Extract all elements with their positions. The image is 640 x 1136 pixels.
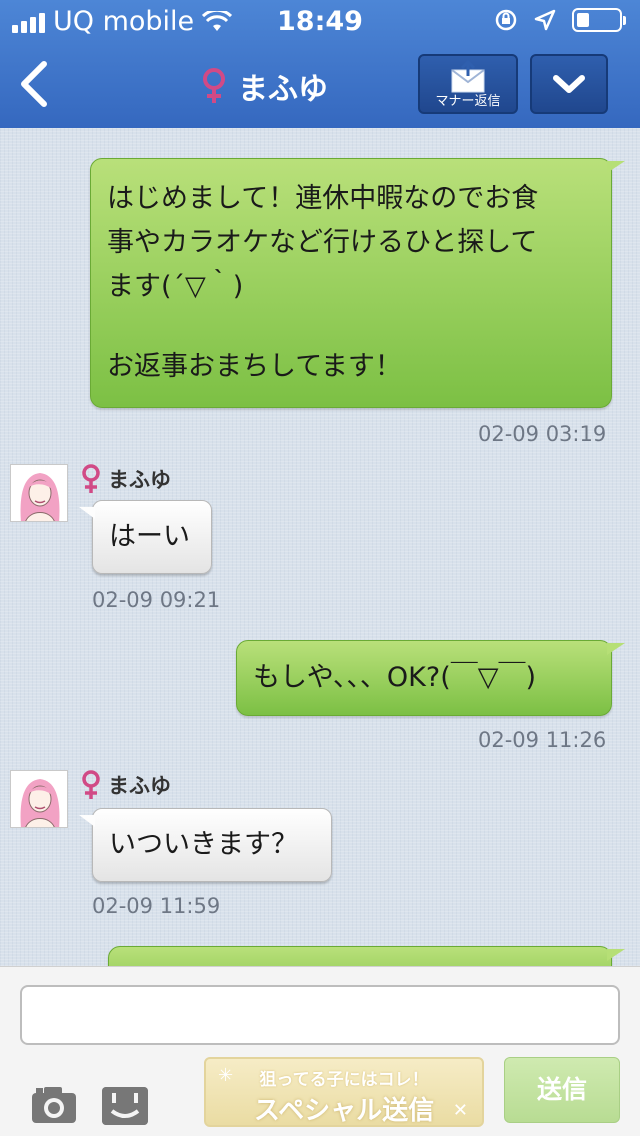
camera-icon[interactable] <box>30 1085 78 1125</box>
avatar[interactable] <box>10 770 68 828</box>
chat-title: まふゆ <box>200 64 328 108</box>
message-composer: ✳ ✕ 狙ってる子にはコレ！ スペシャル送信 送信 <box>0 966 640 1136</box>
avatar-illustration <box>11 771 67 827</box>
incoming-message-bubble[interactable]: はーい <box>79 500 212 574</box>
female-symbol-icon <box>203 68 225 103</box>
message-line: もしや、、、OK?(￣▽￣) <box>253 662 537 693</box>
message-timestamp: 02-09 11:59 <box>92 894 221 918</box>
sender-name: まふゆ <box>108 468 171 492</box>
battery-icon <box>572 8 626 32</box>
special-send-button[interactable]: ✳ ✕ 狙ってる子にはコレ！ スペシャル送信 <box>204 1057 484 1127</box>
outgoing-message-bubble-partial[interactable] <box>108 946 625 966</box>
status-bar: UQ mobile 18:49 <box>0 0 640 40</box>
message-line: お返事おまちしてます！ <box>107 351 402 382</box>
sender-label: まふゆ <box>80 770 171 800</box>
message-line: はーい <box>109 521 190 552</box>
message-line: いついきます？ <box>109 829 298 860</box>
sender-name: まふゆ <box>108 774 171 798</box>
dropdown-menu-button[interactable] <box>530 54 608 114</box>
chat-area[interactable]: はじめまして！連休中暇なのでお食 事やカラオケなど行けるひと探して ます(´▽｀… <box>0 128 640 966</box>
manner-reply-button[interactable]: マナー返信 <box>418 54 518 114</box>
message-line: はじめまして！連休中暇なのでお食 <box>107 183 539 214</box>
sparkle-icon: ✳ <box>218 1065 234 1086</box>
status-right <box>494 8 626 32</box>
message-timestamp: 02-09 09:21 <box>92 588 221 612</box>
back-chevron-icon[interactable] <box>14 58 54 110</box>
incoming-message-bubble[interactable]: いついきます？ <box>79 808 332 882</box>
special-send-label: スペシャル送信 <box>253 1096 435 1126</box>
battery-fill <box>577 13 589 27</box>
app-header: UQ mobile 18:49 まふゆ マナー返信 <box>0 0 640 128</box>
location-icon <box>534 9 556 31</box>
sender-label: まふゆ <box>80 464 171 494</box>
female-symbol-icon <box>82 464 100 493</box>
outgoing-message-bubble[interactable]: もしや、、、OK?(￣▽￣) <box>236 640 625 716</box>
chevron-down-icon <box>553 75 585 93</box>
message-input[interactable] <box>20 985 620 1045</box>
avatar-illustration <box>11 465 67 521</box>
manner-reply-label: マナー返信 <box>435 94 501 109</box>
envelope-upload-icon <box>451 59 485 93</box>
avatar[interactable] <box>10 464 68 522</box>
message-timestamp: 02-09 03:19 <box>478 422 607 446</box>
message-line: 事やカラオケなど行けるひと探して <box>107 227 538 258</box>
rotation-lock-icon <box>495 9 517 31</box>
sparkle-icon: ✕ <box>452 1100 468 1121</box>
send-button[interactable]: 送信 <box>504 1057 620 1123</box>
message-timestamp: 02-09 11:26 <box>478 728 607 752</box>
message-line: ます(´▽｀) <box>107 271 244 302</box>
female-symbol-icon <box>82 770 100 799</box>
nav-bar: まふゆ マナー返信 <box>0 40 640 128</box>
page-title: まふゆ <box>238 72 328 107</box>
special-send-subtitle: 狙ってる子にはコレ！ <box>259 1070 429 1090</box>
outgoing-message-bubble[interactable]: はじめまして！連休中暇なのでお食 事やカラオケなど行けるひと探して ます(´▽｀… <box>90 158 625 408</box>
stamp-icon[interactable] <box>102 1087 148 1125</box>
